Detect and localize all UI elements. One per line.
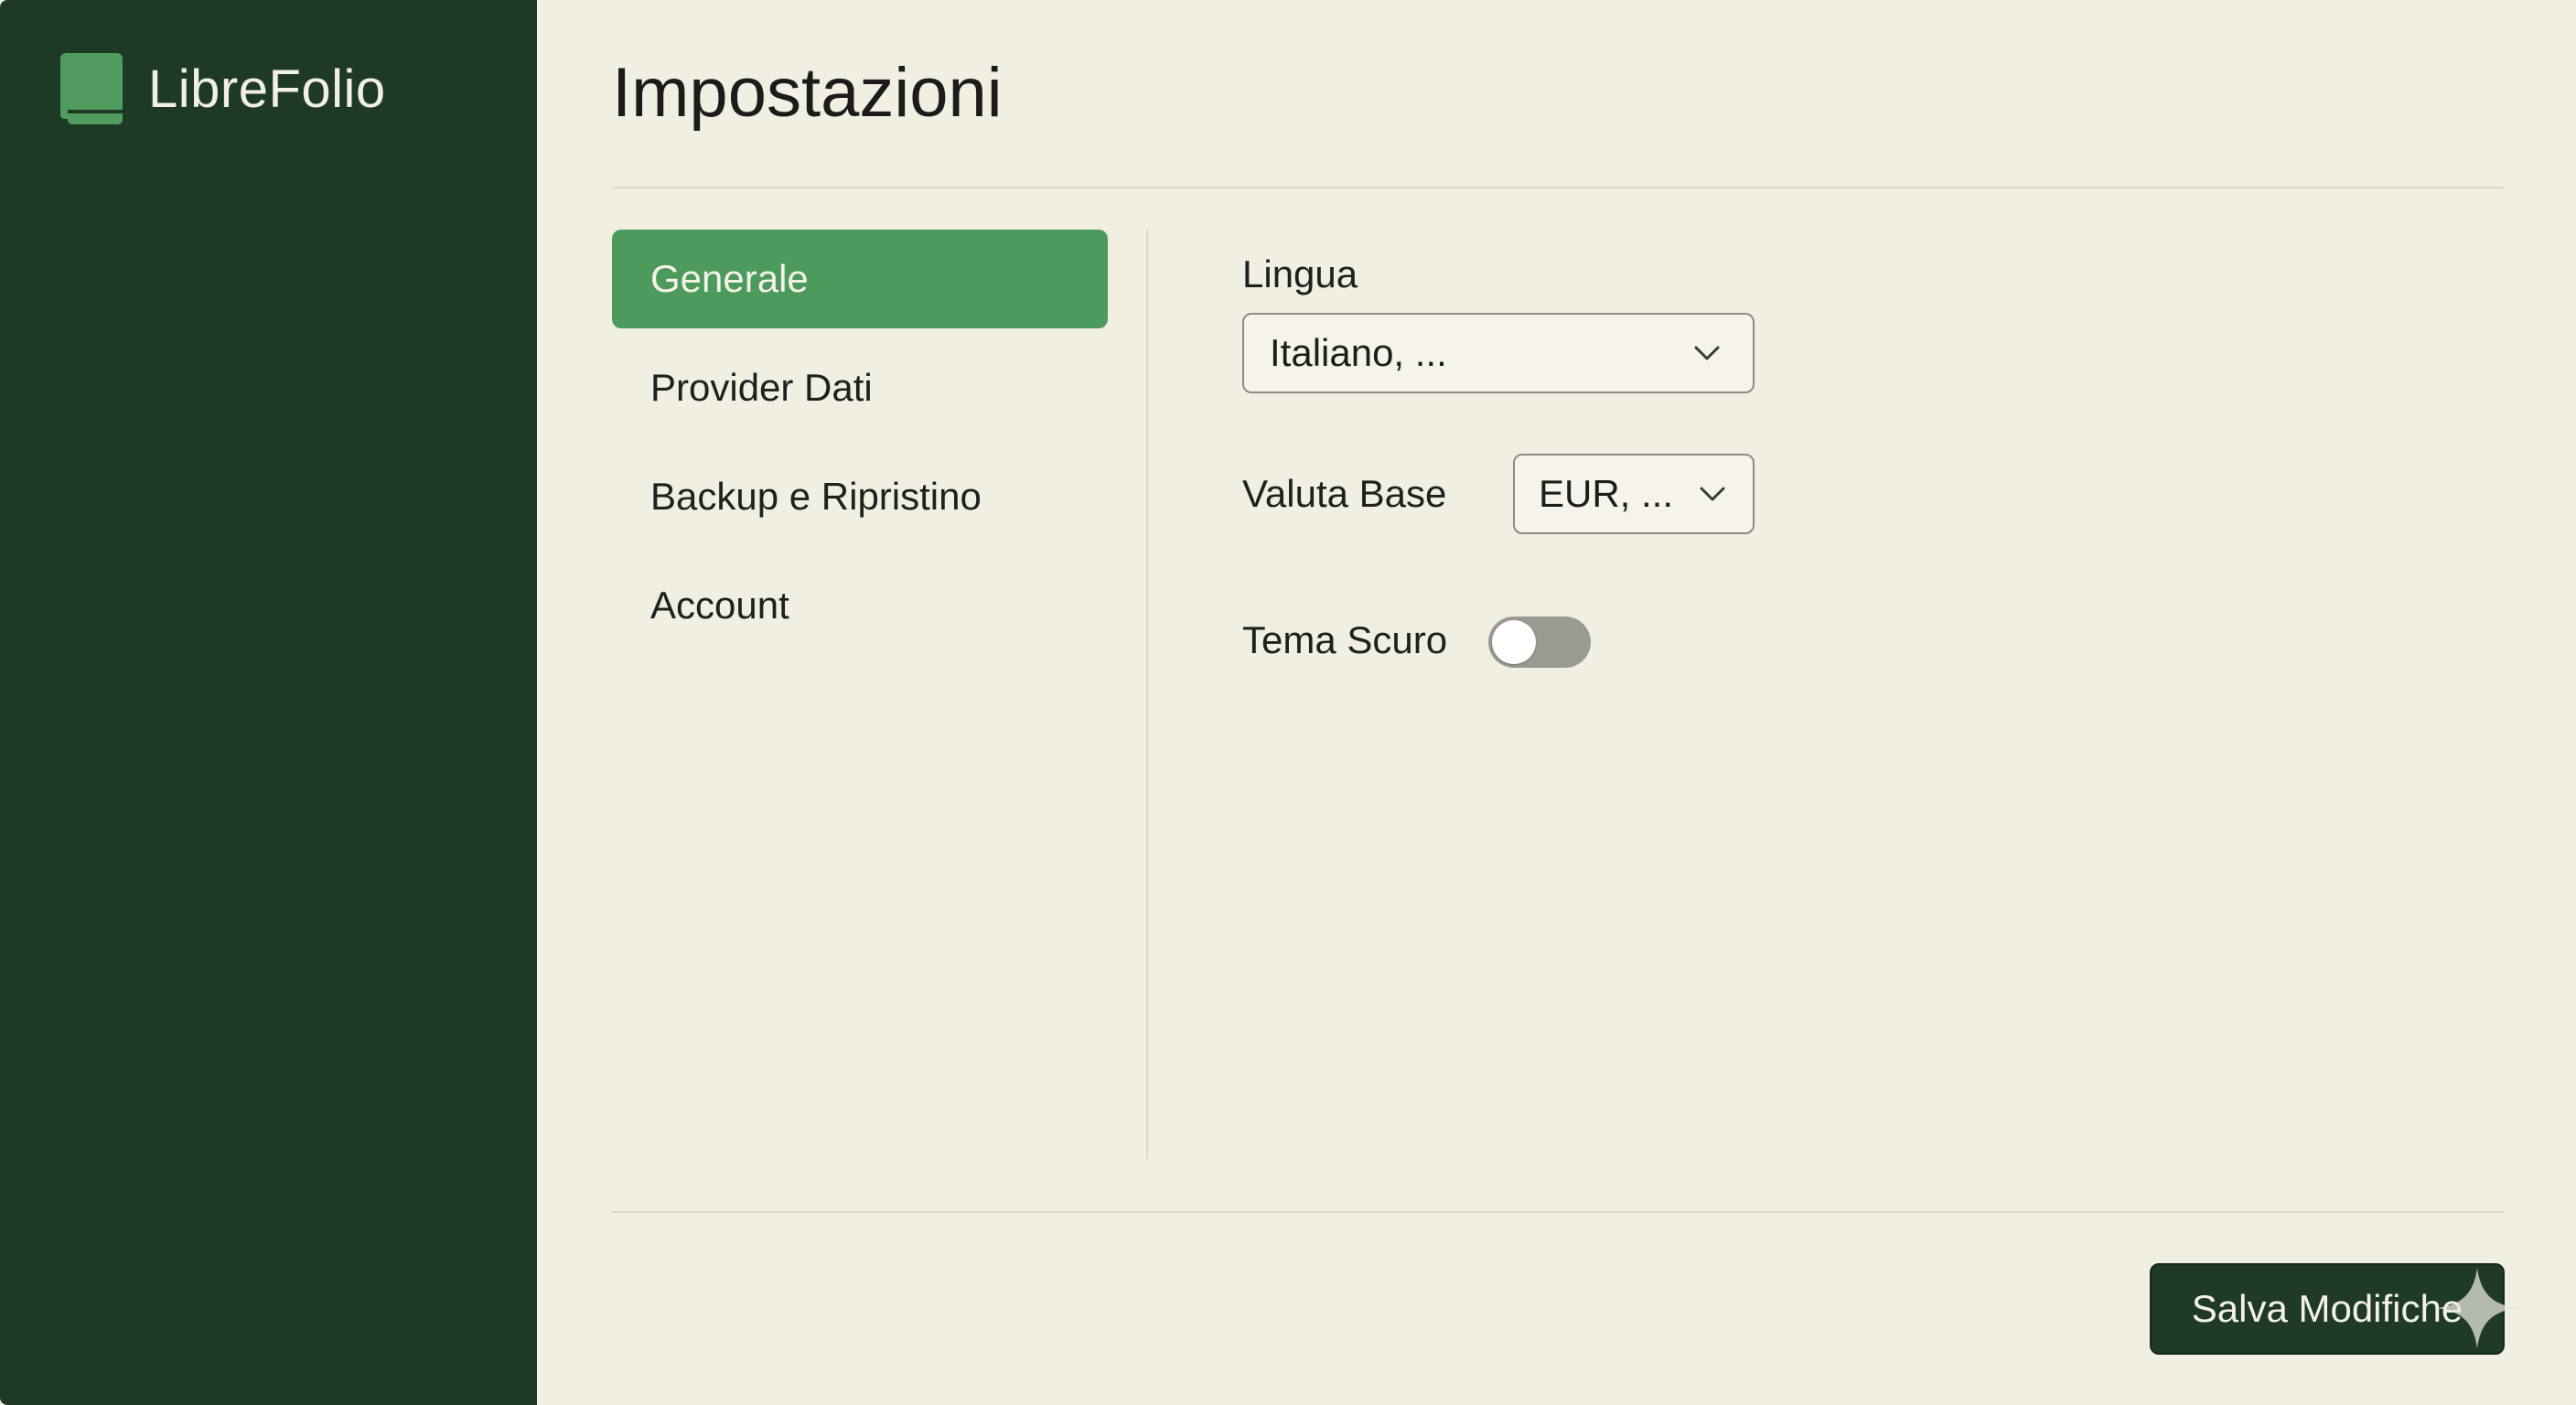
tab-label: Provider Dati: [650, 366, 873, 409]
language-label: Lingua: [1242, 252, 1358, 295]
base-currency-label: Valuta Base: [1242, 472, 1447, 515]
section-divider: [1146, 230, 1148, 1159]
footer-divider: [612, 1211, 2504, 1213]
book-icon: [60, 53, 123, 124]
tab-label: Backup e Ripristino: [650, 475, 982, 518]
tab-generale[interactable]: Generale: [612, 230, 1108, 328]
chevron-down-icon: [1692, 338, 1722, 368]
tab-provider-dati[interactable]: Provider Dati: [612, 338, 1108, 437]
language-value: Italiano, ...: [1270, 331, 1447, 374]
chevron-down-icon: [1698, 479, 1727, 509]
tab-label: Generale: [650, 257, 809, 300]
app-name: LibreFolio: [148, 59, 386, 119]
base-currency-select[interactable]: EUR, ...: [1513, 454, 1755, 534]
header-divider: [612, 187, 2504, 188]
app-window: LibreFolio Impostazioni Generale Provide…: [0, 0, 2576, 1405]
language-select[interactable]: Italiano, ...: [1242, 313, 1755, 393]
dark-theme-label: Tema Scuro: [1242, 618, 1448, 661]
settings-nav: Generale Provider Dati Backup e Ripristi…: [612, 230, 1108, 665]
brand[interactable]: LibreFolio: [60, 53, 386, 124]
tab-label: Account: [650, 584, 789, 627]
page-title: Impostazioni: [612, 54, 1003, 132]
tab-backup-ripristino[interactable]: Backup e Ripristino: [612, 447, 1108, 546]
base-currency-value: EUR, ...: [1539, 472, 1674, 515]
dark-theme-toggle[interactable]: [1488, 617, 1591, 668]
sparkle-icon: [2437, 1268, 2517, 1348]
tab-account[interactable]: Account: [612, 556, 1108, 655]
main-content: Impostazioni Generale Provider Dati Back…: [537, 0, 2576, 1405]
sidebar: LibreFolio: [0, 0, 537, 1405]
toggle-knob: [1492, 620, 1536, 664]
